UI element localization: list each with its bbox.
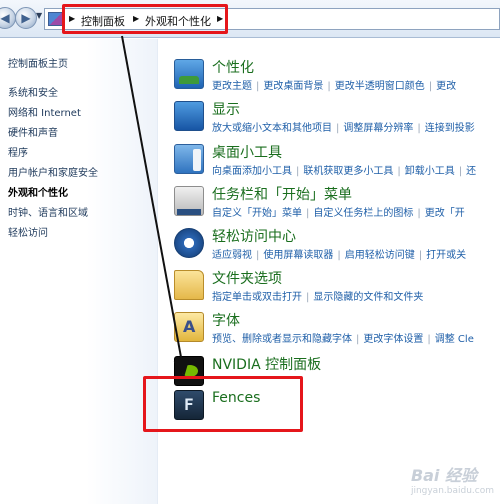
task-link[interactable]: 打开或关 — [426, 250, 466, 261]
task-link[interactable]: 自定义任务栏上的图标 — [313, 208, 413, 219]
category-ease-of-access: 轻松访问中心 适应弱视 | 使用屏幕读取器 | 启用轻松访问键 | 打开或关 — [172, 226, 500, 266]
task-link[interactable]: 自定义「开始」菜单 — [212, 208, 302, 219]
task-link[interactable]: 放大或缩小文本和其他项目 — [212, 123, 332, 134]
task-link[interactable]: 更改桌面背景 — [263, 81, 323, 92]
watermark-url: jingyan.baidu.com — [410, 486, 494, 496]
history-dropdown-icon[interactable]: ▼ — [36, 11, 42, 20]
back-arrow-icon: ◀ — [0, 11, 10, 25]
category-taskbar-start-menu: 任务栏和「开始」菜单 自定义「开始」菜单 | 自定义任务栏上的图标 | 更改「开 — [172, 184, 500, 224]
category-title[interactable]: 桌面小工具 — [212, 142, 282, 162]
category-links: 适应弱视 | 使用屏幕读取器 | 启用轻松访问键 | 打开或关 — [212, 250, 467, 261]
category-personalization: 个性化 更改主题 | 更改桌面背景 | 更改半透明窗口颜色 | 更改 — [172, 57, 500, 97]
annotation-box-fences — [143, 376, 303, 432]
baidu-watermark: Bai 经验 jingyan.baidu.com — [411, 462, 494, 496]
category-title[interactable]: 轻松访问中心 — [212, 226, 296, 246]
control-panel-icon — [48, 12, 63, 26]
nav-network-internet[interactable]: 网络和 Internet — [8, 104, 81, 119]
task-link[interactable]: 联机获取更多小工具 — [303, 166, 393, 177]
desktop-gadgets-icon[interactable] — [174, 144, 204, 174]
category-links: 预览、删除或者显示和隐藏字体 | 更改字体设置 | 调整 Cle — [212, 334, 474, 345]
task-link[interactable]: 指定单击或双击打开 — [212, 292, 302, 303]
nav-system-security[interactable]: 系统和安全 — [8, 84, 58, 99]
nav-ease-of-access[interactable]: 轻松访问 — [8, 224, 48, 239]
category-links: 放大或缩小文本和其他项目 | 调整屏幕分辨率 | 连接到投影 — [212, 123, 475, 134]
category-links: 向桌面添加小工具 | 联机获取更多小工具 | 卸载小工具 | 还 — [212, 166, 477, 177]
category-folder-options: 文件夹选项 指定单击或双击打开 | 显示隐藏的文件和文件夹 — [172, 268, 500, 308]
task-link[interactable]: 向桌面添加小工具 — [212, 166, 292, 177]
forward-arrow-icon: ▶ — [21, 11, 31, 25]
nav-control-panel-home[interactable]: 控制面板主页 — [8, 55, 68, 70]
category-title[interactable]: 个性化 — [212, 57, 254, 77]
category-links: 指定单击或双击打开 | 显示隐藏的文件和文件夹 — [212, 292, 424, 303]
category-fonts: 字体 预览、删除或者显示和隐藏字体|更改字体设置|调整 Cle — [172, 310, 500, 350]
task-link[interactable]: 更改字体设置 — [363, 334, 423, 345]
fonts-icon[interactable] — [174, 312, 204, 342]
nav-user-accounts[interactable]: 用户帐户和家庭安全 — [8, 164, 98, 179]
personalization-icon[interactable] — [174, 59, 204, 89]
category-display: 显示 放大或缩小文本和其他项目 | 调整屏幕分辨率 | 连接到投影 — [172, 99, 500, 139]
nav-clock-language-region[interactable]: 时钟、语言和区域 — [8, 204, 88, 219]
category-title[interactable]: NVIDIA 控制面板 — [212, 354, 321, 374]
nav-appearance-personalization[interactable]: 外观和个性化 — [8, 184, 68, 199]
category-links: 更改主题 | 更改桌面背景 | 更改半透明窗口颜色 | 更改 — [212, 81, 457, 92]
category-links: 自定义「开始」菜单 | 自定义任务栏上的图标 | 更改「开 — [212, 208, 465, 219]
forward-button[interactable]: ▶ — [15, 7, 37, 29]
task-link[interactable]: 预览、删除或者显示和隐藏字体 — [212, 334, 352, 345]
annotation-box-breadcrumb — [62, 4, 228, 34]
task-link[interactable]: 还 — [466, 166, 476, 177]
display-icon[interactable] — [174, 101, 204, 131]
category-desktop-gadgets: 桌面小工具 向桌面添加小工具 | 联机获取更多小工具 | 卸载小工具 | 还 — [172, 142, 500, 182]
watermark-text: Bai 经验 — [410, 466, 477, 485]
task-link[interactable]: 更改半透明窗口颜色 — [335, 81, 425, 92]
task-link[interactable]: 卸载小工具 — [405, 166, 455, 177]
nav-hardware-sound[interactable]: 硬件和声音 — [8, 124, 58, 139]
back-button[interactable]: ◀ — [0, 7, 16, 29]
folder-options-icon[interactable] — [174, 270, 204, 300]
task-link[interactable]: 适应弱视 — [212, 250, 252, 261]
task-link[interactable]: 显示隐藏的文件和文件夹 — [313, 292, 423, 303]
task-link[interactable]: 启用轻松访问键 — [345, 250, 415, 261]
taskbar-start-menu-icon[interactable] — [174, 186, 204, 216]
task-link[interactable]: 调整 Cle — [435, 334, 474, 345]
task-link[interactable]: 使用屏幕读取器 — [263, 250, 333, 261]
category-title[interactable]: 文件夹选项 — [212, 268, 282, 288]
task-link[interactable]: 更改主题 — [212, 81, 252, 92]
ease-of-access-icon[interactable] — [174, 228, 204, 258]
task-link[interactable]: 更改 — [436, 81, 456, 92]
category-title[interactable]: 字体 — [212, 310, 240, 330]
category-title[interactable]: 显示 — [212, 99, 240, 119]
task-link[interactable]: 更改「开 — [425, 208, 465, 219]
task-link[interactable]: 调整屏幕分辨率 — [343, 123, 413, 134]
task-link[interactable]: 连接到投影 — [425, 123, 475, 134]
left-navigation-pane: 控制面板主页 系统和安全 网络和 Internet 硬件和声音 程序 用户帐户和… — [0, 39, 158, 504]
nav-programs[interactable]: 程序 — [8, 144, 28, 159]
category-title[interactable]: 任务栏和「开始」菜单 — [212, 184, 352, 204]
